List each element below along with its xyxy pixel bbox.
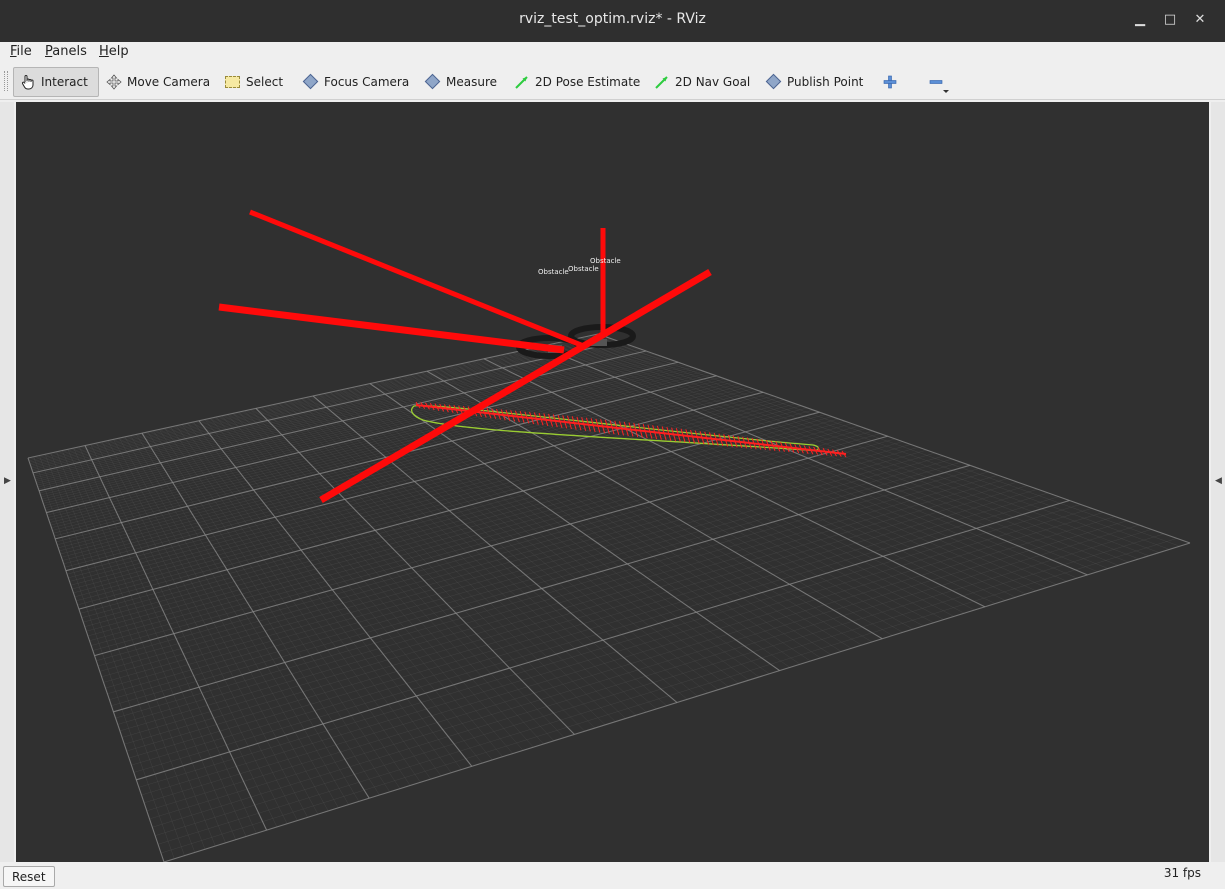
tool-publish-point[interactable]: Publish Point [760, 67, 869, 97]
3d-scene: Obstacle Obstacle Obstacle [27, 209, 1191, 862]
expand-left-icon: ▶ [4, 476, 11, 486]
grid-line [472, 361, 965, 614]
menu-file[interactable]: File [10, 44, 32, 59]
obstacle-label: Obstacle [538, 268, 569, 276]
grid-line [438, 368, 903, 633]
grid-line [61, 450, 226, 843]
grid-line [580, 337, 1160, 553]
grid-line [449, 365, 924, 627]
menu-bar: File Panels Help [0, 42, 1225, 62]
grid-line [535, 347, 1078, 579]
grid-line [318, 394, 688, 700]
tool-2d-nav-goal[interactable]: 2D Nav Goal [648, 67, 756, 97]
minimize-icon[interactable]: ▁ [1133, 13, 1147, 27]
obstacle-label: Obstacle [590, 257, 621, 265]
grid-line [67, 449, 237, 840]
tools-toolbar: Interact Move Camera Select Focus Camera… [0, 62, 1225, 100]
grid-line [27, 457, 165, 862]
grid-line [136, 499, 1070, 781]
toolbar-grip[interactable] [4, 71, 8, 91]
green-arrow-icon [654, 74, 670, 90]
grid-line [255, 408, 575, 735]
green-arrow-icon [514, 74, 530, 90]
grid-line [563, 341, 1129, 563]
menu-panels[interactable]: Panels [45, 44, 87, 59]
select-box-icon [225, 74, 241, 90]
render-viewport[interactable]: Obstacle Obstacle Obstacle [16, 102, 1209, 862]
right-dock-toggle[interactable]: ◀ [1211, 102, 1225, 862]
move-camera-icon [106, 74, 122, 90]
add-tool-button[interactable] [876, 67, 909, 97]
grid-line [443, 367, 914, 630]
tool-select[interactable]: Select [219, 67, 289, 97]
grid-line [204, 419, 483, 764]
grid-line [56, 451, 216, 847]
tool-move-camera[interactable]: Move Camera [100, 67, 216, 97]
status-bar: Reset 31 fps [0, 864, 1225, 889]
tool-focus-camera[interactable]: Focus Camera [297, 67, 415, 97]
grid-line [79, 446, 257, 834]
menu-help[interactable]: Help [99, 44, 129, 59]
window-title: rviz_test_optim.rviz* - RViz [519, 11, 706, 27]
close-icon[interactable]: ✕ [1193, 13, 1207, 27]
grid-line [466, 362, 955, 617]
plus-icon [882, 74, 898, 90]
fps-readout: 31 fps [1163, 866, 1201, 880]
grid-line [170, 426, 421, 783]
grid-line [210, 418, 493, 761]
grid-line [193, 421, 462, 770]
grid-line [415, 373, 862, 646]
grid-line [113, 464, 971, 713]
grid-line [96, 442, 288, 824]
obstacle-line [249, 209, 587, 350]
minus-icon [928, 74, 949, 93]
obstacle-line [218, 303, 565, 354]
hand-pointer-icon [20, 74, 36, 90]
tool-interact[interactable]: Interact [13, 67, 99, 97]
grid-line [107, 440, 308, 818]
diamond-icon [765, 73, 782, 90]
diamond-icon [424, 73, 441, 90]
expand-right-icon: ◀ [1215, 476, 1222, 486]
grid-line [215, 416, 503, 757]
left-dock-toggle[interactable]: ▶ [0, 102, 14, 862]
tool-2d-pose-estimate[interactable]: 2D Pose Estimate [508, 67, 646, 97]
grid-line [73, 447, 247, 837]
tool-measure[interactable]: Measure [419, 67, 503, 97]
grid-fine [27, 333, 1191, 862]
window-titlebar: rviz_test_optim.rviz* - RViz ▁ □ ✕ [0, 0, 1225, 42]
reset-button[interactable]: Reset [3, 866, 55, 887]
maximize-icon[interactable]: □ [1163, 13, 1177, 27]
diamond-icon [302, 73, 319, 90]
grid-line [118, 438, 329, 812]
grid-line [518, 351, 1047, 588]
grid-line [153, 430, 390, 792]
remove-tool-button[interactable] [922, 67, 955, 97]
grid-line [569, 339, 1139, 560]
grid-line [163, 542, 1191, 862]
obstacle-label: Obstacle [568, 265, 599, 273]
